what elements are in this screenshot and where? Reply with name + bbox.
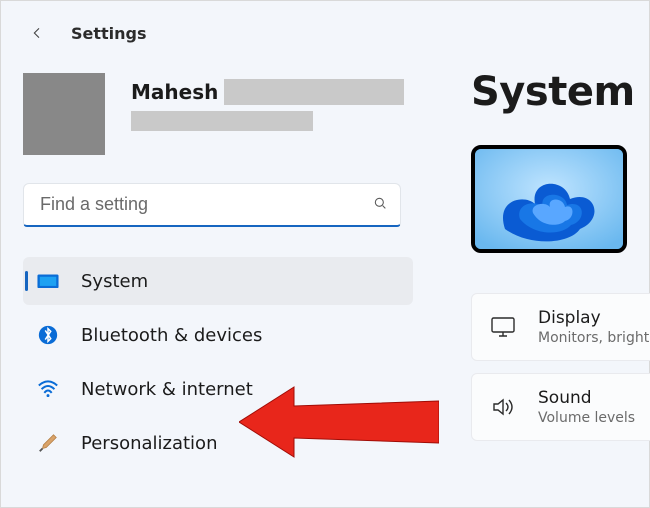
card-title: Display (538, 308, 650, 328)
redacted-name-rest (224, 79, 404, 105)
sidebar-item-label: Personalization (81, 433, 217, 454)
search-input[interactable] (38, 193, 372, 216)
card-display[interactable]: Display Monitors, brightness (471, 293, 650, 361)
card-sound[interactable]: Sound Volume levels (471, 373, 650, 441)
sidebar-item-label: System (81, 271, 148, 292)
search-field[interactable] (23, 183, 401, 227)
search-icon (372, 195, 388, 215)
redacted-email (131, 111, 313, 131)
sidebar-item-label: Bluetooth & devices (81, 325, 262, 346)
bluetooth-icon (37, 324, 59, 346)
sidebar-nav: System Bluetooth & devices Network & int… (23, 257, 413, 467)
sidebar-item-personalization[interactable]: Personalization (23, 419, 413, 467)
wifi-icon (37, 378, 59, 400)
monitor-outline-icon (490, 317, 516, 337)
sidebar-item-system[interactable]: System (23, 257, 413, 305)
speaker-icon (490, 397, 516, 417)
card-subtitle: Volume levels (538, 410, 635, 426)
page-title: System (471, 69, 650, 115)
card-title: Sound (538, 388, 635, 408)
desktop-preview[interactable] (471, 145, 627, 253)
user-name: Mahesh (131, 80, 218, 104)
card-subtitle: Monitors, brightness (538, 330, 650, 346)
sidebar-item-label: Network & internet (81, 379, 253, 400)
user-block[interactable]: Mahesh (23, 73, 413, 155)
back-button[interactable] (23, 19, 51, 47)
sidebar-item-bluetooth[interactable]: Bluetooth & devices (23, 311, 413, 359)
monitor-icon (37, 270, 59, 292)
avatar (23, 73, 105, 155)
sidebar-item-network[interactable]: Network & internet (23, 365, 413, 413)
app-title: Settings (71, 24, 147, 43)
brush-icon (37, 432, 59, 454)
